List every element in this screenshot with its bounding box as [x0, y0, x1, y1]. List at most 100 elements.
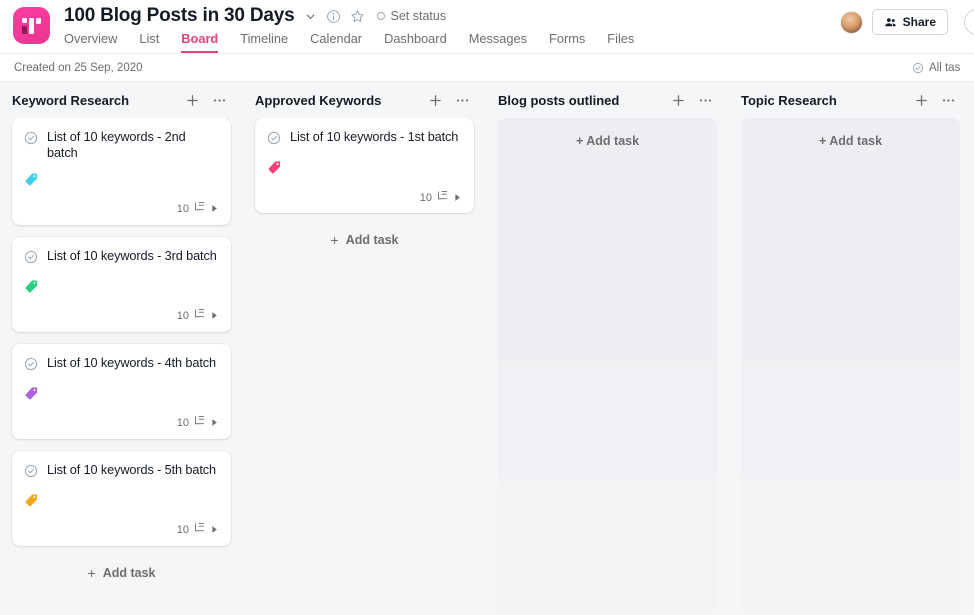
complete-task-icon[interactable]	[24, 250, 38, 269]
add-task-button[interactable]: + Add task	[255, 225, 474, 255]
tag-icon[interactable]	[24, 386, 39, 406]
board-column-blog-posts-outlined: Blog posts outlined + Add task	[486, 82, 729, 614]
column-header: Blog posts outlined	[486, 82, 729, 118]
header-actions: Share	[839, 0, 974, 35]
task-card[interactable]: List of 10 keywords - 1st batch 10	[255, 118, 474, 213]
column-body: + Add task	[486, 118, 729, 614]
task-card[interactable]: List of 10 keywords - 3rd batch 10	[12, 236, 231, 332]
column-menu-icon[interactable]	[209, 90, 229, 110]
complete-task-icon[interactable]	[24, 357, 38, 376]
task-meta: 10	[24, 309, 219, 324]
asana-logo-icon[interactable]	[13, 7, 50, 44]
task-card[interactable]: List of 10 keywords - 2nd batch 10	[12, 118, 231, 225]
task-title: List of 10 keywords - 1st batch	[290, 130, 459, 144]
expand-subtasks-icon[interactable]	[453, 189, 462, 207]
all-tasks-filter[interactable]: All tas	[912, 62, 974, 74]
header-main: 100 Blog Posts in 30 Days Set status Ove…	[50, 0, 840, 53]
set-status-button[interactable]: Set status	[376, 9, 447, 23]
complete-task-icon[interactable]	[24, 131, 38, 150]
task-title: List of 10 keywords - 3rd batch	[47, 248, 217, 263]
subtask-icon	[193, 414, 206, 432]
people-icon	[884, 16, 897, 29]
share-button[interactable]: Share	[871, 9, 948, 35]
tab-list[interactable]: List	[139, 32, 159, 53]
task-title: List of 10 keywords - 2nd batch	[47, 130, 186, 160]
set-status-label: Set status	[390, 9, 447, 23]
star-icon[interactable]	[350, 9, 365, 24]
project-title-row: 100 Blog Posts in 30 Days Set status	[64, 0, 840, 29]
avatar[interactable]	[839, 10, 863, 34]
project-subheader: Created on 25 Sep, 2020 All tas	[0, 53, 974, 82]
column-body: List of 10 keywords - 1st batch 10 + Add…	[243, 118, 486, 614]
plus-icon: +	[575, 134, 584, 148]
expand-subtasks-icon[interactable]	[210, 414, 219, 432]
add-task-to-column-icon[interactable]	[911, 90, 931, 110]
complete-task-icon[interactable]	[24, 464, 38, 483]
add-task-button[interactable]: + Add task	[12, 558, 231, 588]
add-task-button[interactable]: + Add task	[498, 134, 717, 148]
tab-overview[interactable]: Overview	[64, 32, 117, 53]
plus-icon: +	[818, 134, 827, 148]
tab-messages[interactable]: Messages	[469, 32, 527, 53]
column-menu-icon[interactable]	[452, 90, 472, 110]
tab-files[interactable]: Files	[607, 32, 634, 53]
share-label: Share	[902, 15, 936, 29]
tab-forms[interactable]: Forms	[549, 32, 585, 53]
board-column-keyword-research: Keyword Research List of 10 keywords - 2…	[0, 82, 243, 614]
empty-column-dropzone[interactable]: + Add task	[498, 118, 717, 614]
expand-subtasks-icon[interactable]	[210, 200, 219, 218]
tag-icon[interactable]	[24, 172, 39, 192]
app-header: 100 Blog Posts in 30 Days Set status Ove…	[0, 0, 974, 53]
tab-dashboard[interactable]: Dashboard	[384, 32, 447, 53]
task-tags	[24, 386, 219, 406]
info-circle-icon[interactable]	[326, 9, 341, 24]
tab-board[interactable]: Board	[181, 32, 219, 53]
add-task-to-column-icon[interactable]	[182, 90, 202, 110]
plus-icon: +	[87, 564, 96, 581]
task-tags	[24, 172, 219, 192]
chevron-down-icon[interactable]	[304, 10, 317, 23]
expand-subtasks-icon[interactable]	[210, 521, 219, 539]
add-task-button[interactable]: + Add task	[741, 134, 960, 148]
all-tasks-label: All tas	[929, 61, 961, 74]
task-title: List of 10 keywords - 4th batch	[47, 355, 216, 370]
subtask-icon	[193, 307, 206, 325]
column-title: Topic Research	[741, 92, 837, 108]
add-task-to-column-icon[interactable]	[668, 90, 688, 110]
task-meta: 10	[24, 523, 219, 538]
add-task-label: Add task	[345, 233, 399, 247]
task-tags	[24, 279, 219, 299]
plus-icon: +	[330, 232, 339, 248]
page-title: 100 Blog Posts in 30 Days	[64, 5, 295, 26]
task-meta: 10	[24, 202, 219, 217]
subtask-count: 10	[176, 203, 189, 216]
task-card[interactable]: List of 10 keywords - 4th batch 10	[12, 343, 231, 439]
column-title: Keyword Research	[12, 92, 130, 108]
complete-task-icon[interactable]	[267, 131, 281, 150]
task-card[interactable]: List of 10 keywords - 5th batch 10	[12, 450, 231, 546]
task-tags	[24, 493, 219, 513]
add-task-to-column-icon[interactable]	[425, 90, 445, 110]
task-meta: 10	[267, 190, 462, 205]
check-circle-icon	[912, 62, 924, 74]
subtask-count: 10	[176, 524, 189, 537]
column-menu-icon[interactable]	[938, 90, 958, 110]
empty-column-dropzone[interactable]: + Add task	[741, 118, 960, 614]
tab-calendar[interactable]: Calendar	[310, 32, 362, 53]
column-menu-icon[interactable]	[695, 90, 715, 110]
column-header: Topic Research	[729, 82, 972, 118]
tag-icon[interactable]	[24, 279, 39, 299]
add-task-label: Add task	[102, 565, 156, 580]
overflow-circle-button[interactable]	[964, 9, 974, 35]
expand-subtasks-icon[interactable]	[210, 307, 219, 325]
column-body: List of 10 keywords - 2nd batch 10 List …	[0, 118, 243, 614]
tab-timeline[interactable]: Timeline	[240, 32, 288, 53]
column-body: + Add task	[729, 118, 972, 614]
tag-icon[interactable]	[24, 493, 39, 513]
column-title: Blog posts outlined	[498, 92, 620, 108]
add-task-label: Add task	[829, 134, 883, 148]
board-canvas: Keyword Research List of 10 keywords - 2…	[0, 82, 974, 614]
tag-icon[interactable]	[267, 160, 282, 180]
board-column-approved-keywords: Approved Keywords List of 10 keywords - …	[243, 82, 486, 614]
created-date-label: Created on 25 Sep, 2020	[14, 61, 143, 74]
